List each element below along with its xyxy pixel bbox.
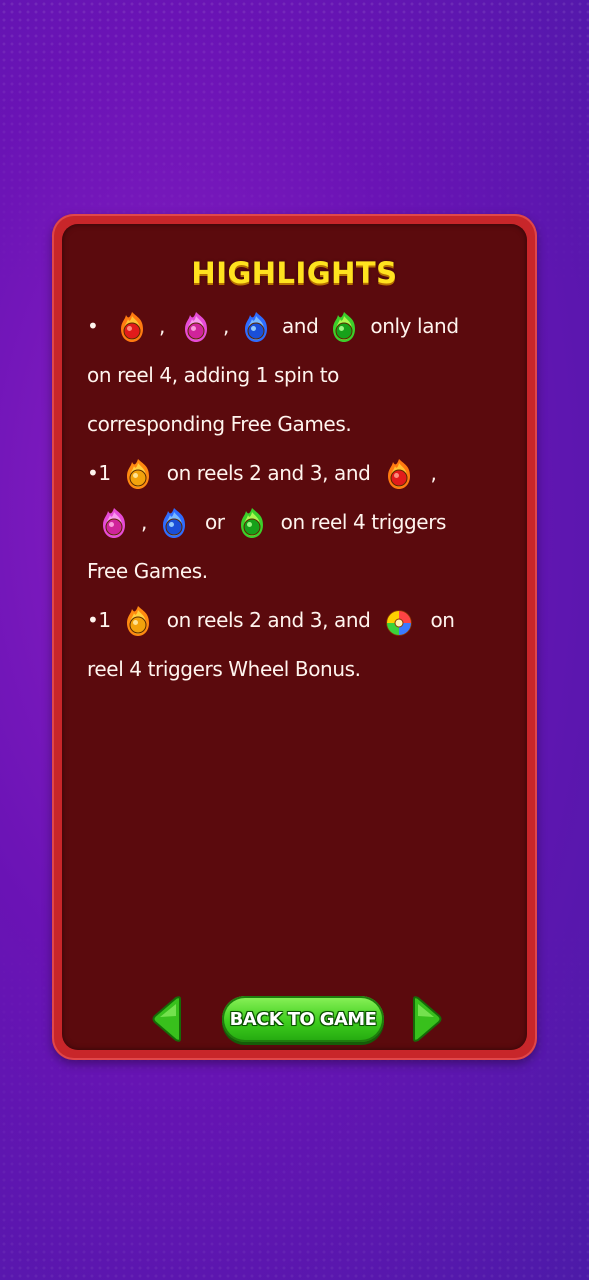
highlight-line-4: •1 on reels 2 and 3, and , [87,449,517,498]
panel-content-area: HIGHLIGHTS • , , and only land on reel 4… [62,224,527,1050]
bullet-count: •1 [87,608,111,632]
conjunction-text: and [281,314,319,338]
highlight-line-8: reel 4 triggers Wheel Bonus. [87,657,361,681]
pink-flame-gem-icon [97,506,131,540]
highlight-text: on reel 4 triggers [280,510,447,534]
next-page-button[interactable] [410,996,444,1042]
pink-flame-gem-icon [179,310,213,344]
previous-page-button[interactable] [150,996,184,1042]
highlight-line-7: •1 on reels 2 and 3, and on [87,596,517,645]
red-flame-gem-icon [115,310,149,344]
separator: , [222,314,229,338]
green-flame-gem-icon [327,310,361,344]
bullet-count: •1 [87,461,111,485]
conjunction-text: or [204,510,225,534]
arrow-right-icon [413,996,442,1042]
highlight-line-5: , or on reel 4 triggers [87,498,517,547]
back-to-game-button[interactable]: BACK TO GAME [222,996,384,1042]
separator: , [430,461,437,485]
highlight-text: only land [370,314,459,338]
wheel-bonus-icon [382,604,416,638]
red-flame-gem-icon [382,457,416,491]
highlight-text: on [430,608,455,632]
highlights-panel: HIGHLIGHTS • , , and only land on reel 4… [52,214,537,1060]
highlight-line-3: corresponding Free Games. [87,412,352,436]
highlight-text: on reels 2 and 3, and [166,608,371,632]
gold-flame-coin-icon [121,604,155,638]
page-title: HIGHLIGHTS [191,256,398,290]
highlights-text: • , , and only land on reel 4, adding 1 … [87,302,517,694]
highlight-line-6: Free Games. [87,559,208,583]
separator: , [159,314,165,338]
highlight-text: on reels 2 and 3, and [166,461,371,485]
blue-flame-gem-icon [157,506,191,540]
green-flame-gem-icon [235,506,269,540]
gold-flame-coin-icon [121,457,155,491]
highlight-line-1: • , , and only land [87,302,517,351]
separator: , [141,510,147,534]
highlight-line-2: on reel 4, adding 1 spin to [87,363,340,387]
arrow-left-icon [152,996,181,1042]
blue-flame-gem-icon [239,310,273,344]
page-navigation: BACK TO GAME [62,996,527,1046]
bullet: • [87,314,99,338]
